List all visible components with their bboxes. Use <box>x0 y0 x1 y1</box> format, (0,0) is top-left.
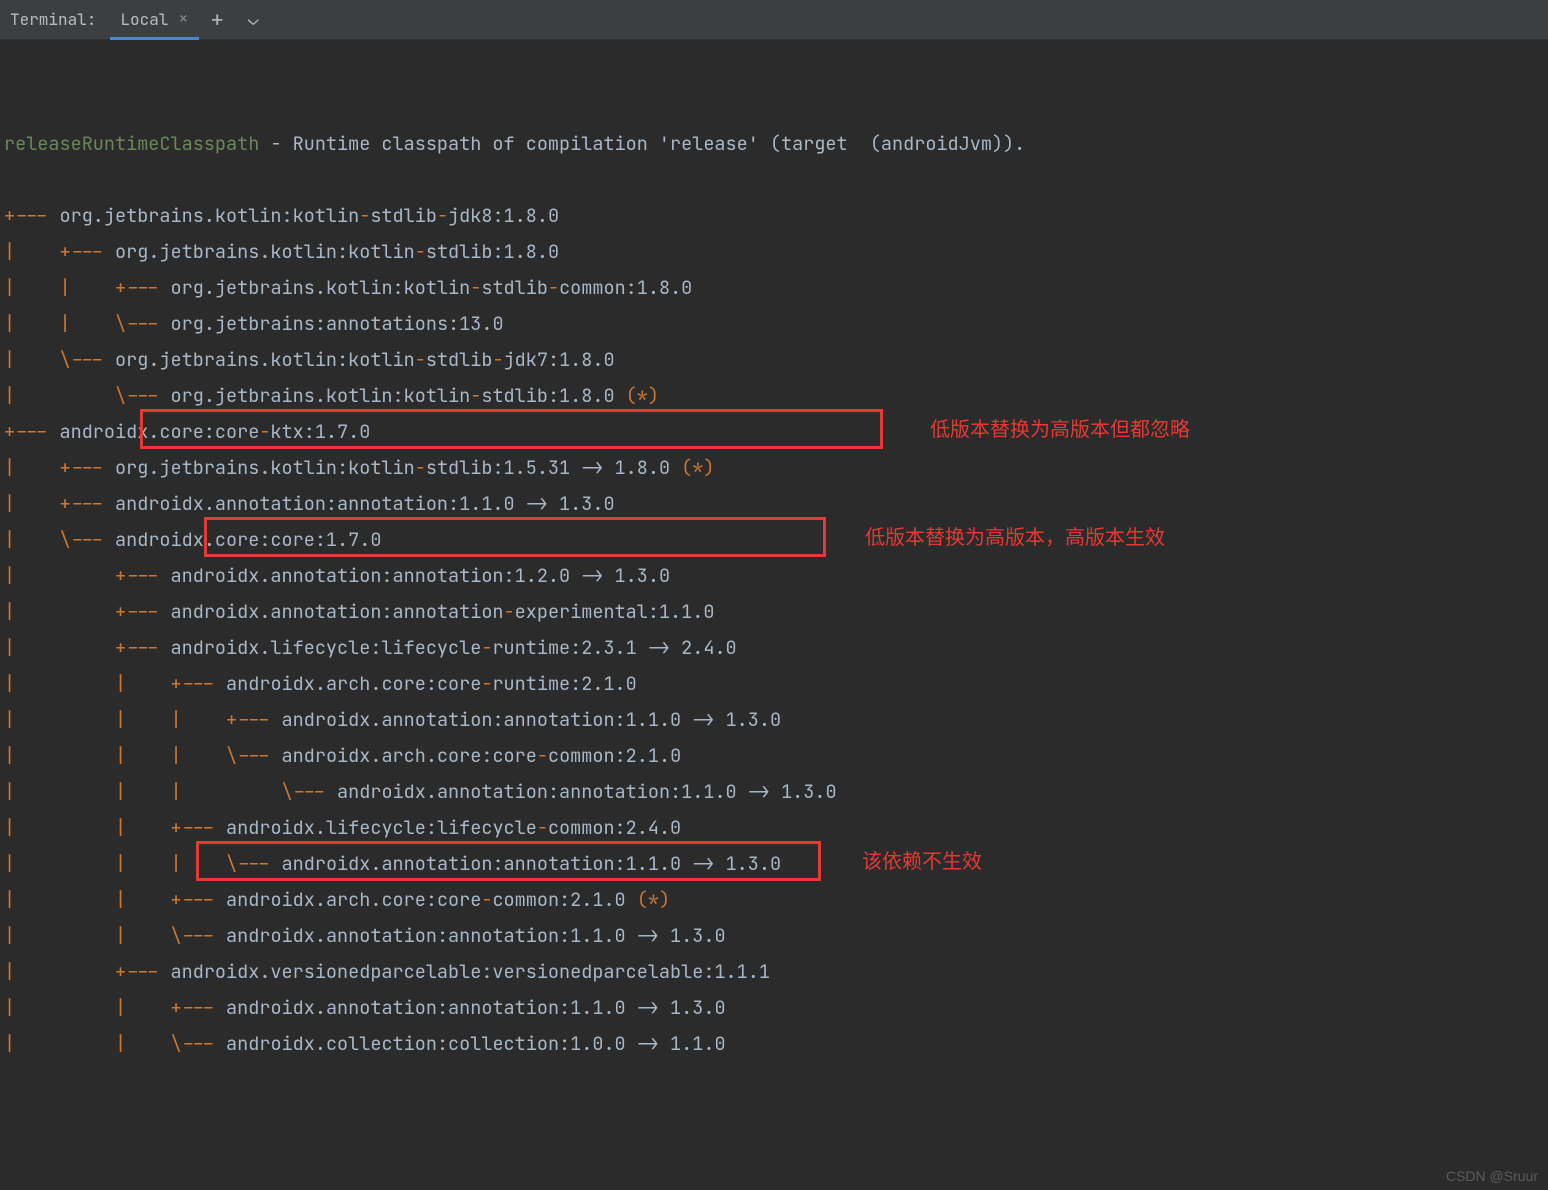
more-tabs-dropdown[interactable]: ⌄ <box>236 8 271 31</box>
terminal-line: | | +--- androidx.lifecycle:lifecycle-co… <box>4 810 1544 846</box>
close-icon[interactable]: × <box>178 8 188 30</box>
terminal-output[interactable]: releaseRuntimeClasspath - Runtime classp… <box>0 40 1548 1068</box>
terminal-panel-label: Terminal: <box>10 9 110 30</box>
terminal-line: | | \--- org.jetbrains:annotations:13.0 <box>4 306 1544 342</box>
terminal-line: | | \--- androidx.annotation:annotation:… <box>4 918 1544 954</box>
terminal-line: | \--- org.jetbrains.kotlin:kotlin-stdli… <box>4 342 1544 378</box>
terminal-line: | +--- androidx.annotation:annotation-ex… <box>4 594 1544 630</box>
tab-label: Local <box>120 9 168 30</box>
terminal-line: | +--- org.jetbrains.kotlin:kotlin-stdli… <box>4 450 1544 486</box>
terminal-line: | | +--- org.jetbrains.kotlin:kotlin-std… <box>4 270 1544 306</box>
terminal-line: | +--- org.jetbrains.kotlin:kotlin-stdli… <box>4 234 1544 270</box>
config-name: releaseRuntimeClasspath <box>4 131 259 156</box>
terminal-line: | | | \--- androidx.annotation:annotatio… <box>4 774 1544 810</box>
terminal-line: | +--- androidx.versionedparcelable:vers… <box>4 954 1544 990</box>
terminal-line: | | | \--- androidx.arch.core:core-commo… <box>4 738 1544 774</box>
terminal-line: | | +--- androidx.arch.core:core-runtime… <box>4 666 1544 702</box>
terminal-line: | | | +--- androidx.annotation:annotatio… <box>4 702 1544 738</box>
terminal-line: | | \--- androidx.collection:collection:… <box>4 1026 1544 1062</box>
terminal-line: | \--- org.jetbrains.kotlin:kotlin-stdli… <box>4 378 1544 414</box>
new-tab-button[interactable]: + <box>199 5 236 34</box>
terminal-line: | | +--- androidx.arch.core:core-common:… <box>4 882 1544 918</box>
terminal-line: | | +--- androidx.annotation:annotation:… <box>4 990 1544 1026</box>
watermark: CSDN @Sruur <box>1446 1168 1538 1184</box>
terminal-line: | +--- androidx.annotation:annotation:1.… <box>4 558 1544 594</box>
terminal-line: | | | \--- androidx.annotation:annotatio… <box>4 846 1544 882</box>
terminal-line: +--- androidx.core:core-ktx:1.7.0 <box>4 414 1544 450</box>
config-desc: - Runtime classpath of compilation 'rele… <box>259 131 1025 156</box>
terminal-line: | +--- androidx.lifecycle:lifecycle-runt… <box>4 630 1544 666</box>
terminal-line: | \--- androidx.core:core:1.7.0 <box>4 522 1544 558</box>
terminal-line: +--- org.jetbrains.kotlin:kotlin-stdlib-… <box>4 198 1544 234</box>
terminal-line: | +--- androidx.annotation:annotation:1.… <box>4 486 1544 522</box>
terminal-header: Terminal: Local × + ⌄ <box>0 0 1548 40</box>
terminal-line: releaseRuntimeClasspath - Runtime classp… <box>4 126 1544 162</box>
terminal-tab-local[interactable]: Local × <box>110 1 198 40</box>
